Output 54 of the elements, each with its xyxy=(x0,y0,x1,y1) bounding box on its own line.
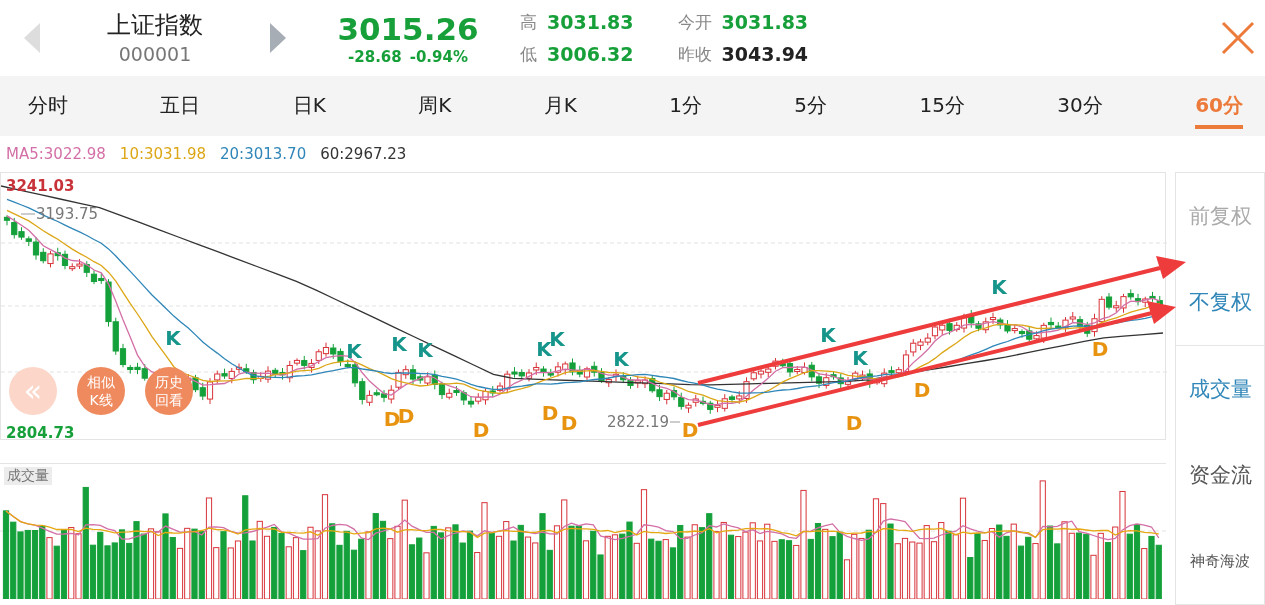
signal-label: K xyxy=(346,339,362,363)
next-arrow-icon[interactable] xyxy=(270,23,286,53)
close-icon[interactable] xyxy=(1221,21,1255,55)
indicator-option[interactable]: 资金流 xyxy=(1176,432,1264,518)
leader-line xyxy=(20,213,36,215)
moving-average-legend: MA5:3022.98 xyxy=(6,145,106,163)
stat-value: 3006.32 xyxy=(547,43,634,65)
low-price-note: 2822.19 xyxy=(607,413,670,431)
period-tab[interactable]: 30分 xyxy=(1057,83,1103,129)
stat-label: 今开 xyxy=(677,10,712,34)
period-tab[interactable]: 15分 xyxy=(919,83,965,129)
moving-average-legend: 20:3013.70 xyxy=(220,145,307,163)
price-adjust-option[interactable]: 不复权 xyxy=(1176,259,1264,345)
signal-label: K xyxy=(536,337,552,361)
period-tab[interactable]: 月K xyxy=(543,83,577,129)
signal-label: D xyxy=(560,411,578,435)
period-tab[interactable]: 五日 xyxy=(160,83,201,129)
period-tab[interactable]: 5分 xyxy=(794,83,828,129)
price-change: -28.68 xyxy=(348,48,402,66)
signal-label: D xyxy=(913,378,931,402)
signal-label: K xyxy=(165,326,181,350)
max-price-label: 3241.03 xyxy=(6,177,75,195)
signal-label: D xyxy=(541,401,559,425)
stat-value: 3031.83 xyxy=(547,11,634,33)
index-name: 上证指数 xyxy=(107,10,203,41)
stat-value: 3031.83 xyxy=(721,11,809,33)
signal-label: D xyxy=(681,418,699,441)
index-code: 000001 xyxy=(118,42,192,67)
signal-label: K xyxy=(391,332,407,356)
change-percent: -0.94% xyxy=(409,48,468,66)
leader-line xyxy=(669,421,681,423)
current-price: 3015.26 xyxy=(337,10,479,48)
min-price-label: 2804.73 xyxy=(6,424,75,441)
period-tab[interactable]: 日K xyxy=(292,83,326,129)
moving-average-legend: 10:3031.98 xyxy=(119,145,206,163)
indicator-option[interactable]: 成交量 xyxy=(1176,346,1264,432)
signal-label: K xyxy=(613,347,629,371)
stat-label: 昨收 xyxy=(677,42,712,66)
signal-label: D xyxy=(1091,337,1109,361)
signal-label: K xyxy=(852,346,868,370)
volume-label: 成交量 xyxy=(4,467,52,485)
signal-label: K xyxy=(820,323,836,347)
stat-label: 低 xyxy=(520,42,537,66)
period-tab[interactable]: 1分 xyxy=(669,83,702,129)
period-tab[interactable]: 周K xyxy=(418,83,452,129)
signal-label: D xyxy=(472,418,490,441)
signal-label: K xyxy=(991,275,1007,299)
period-tab[interactable]: 分时 xyxy=(28,83,68,129)
moving-average-legend: 60:2967.23 xyxy=(320,145,407,163)
stat-label: 高 xyxy=(520,10,537,34)
indicator-option[interactable]: 神奇海波 xyxy=(1176,518,1264,604)
stat-value: 3043.94 xyxy=(721,43,809,65)
signal-label: D xyxy=(845,411,863,435)
signal-label: K xyxy=(417,338,433,362)
